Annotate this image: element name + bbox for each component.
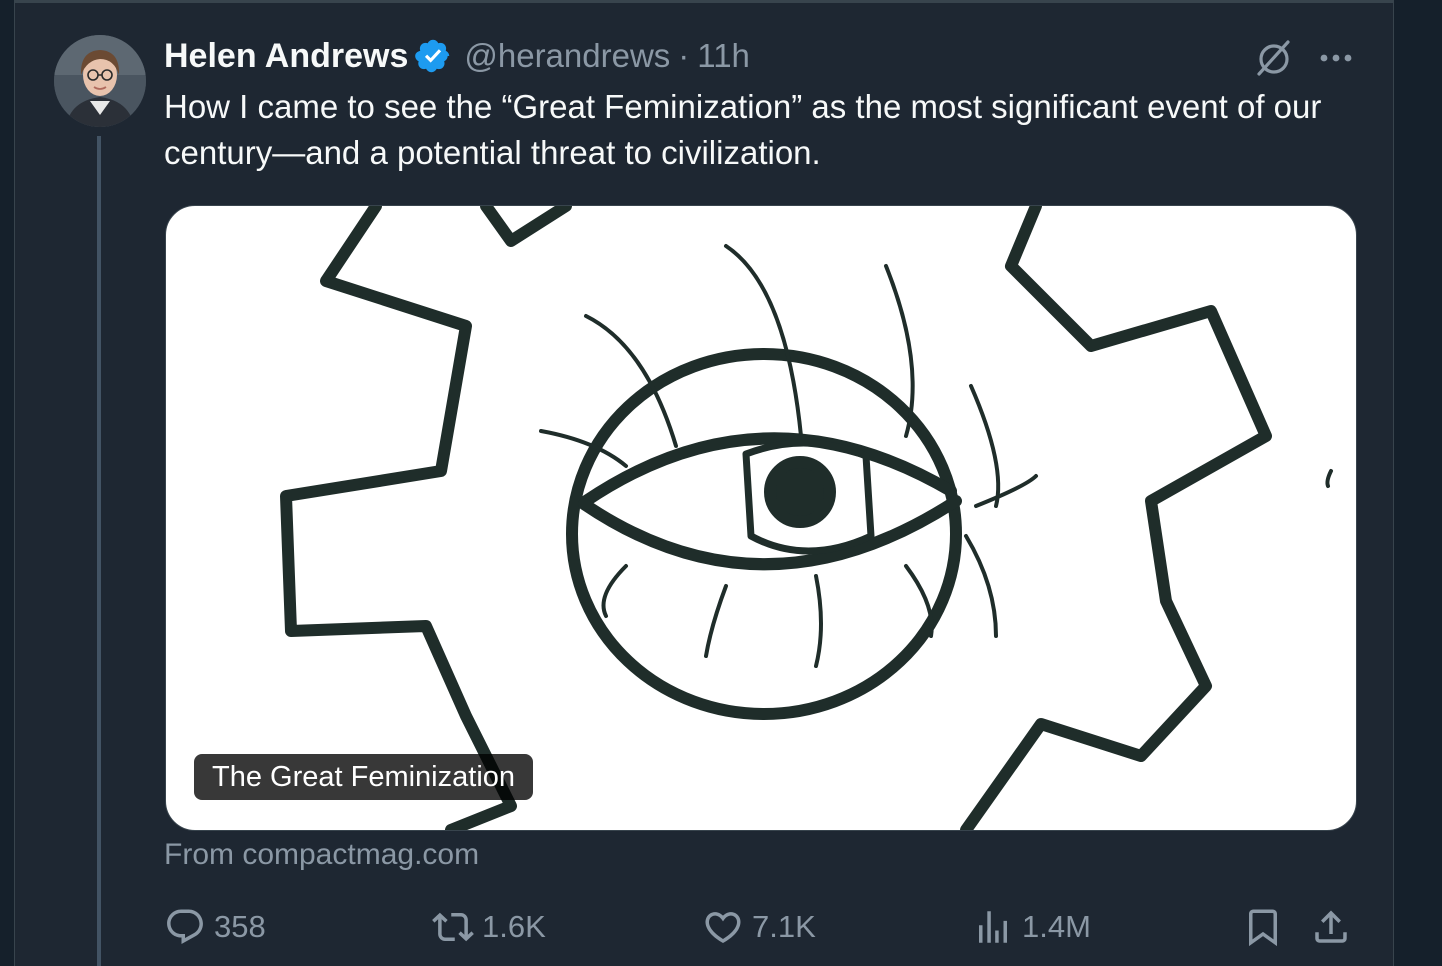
more-icon[interactable] [1314, 36, 1358, 80]
tweet-header: Helen Andrews @herandrews · 11h [164, 30, 750, 82]
bookmark-button[interactable] [1242, 900, 1292, 954]
grok-icon[interactable] [1252, 36, 1296, 80]
views-count: 1.4M [1022, 909, 1091, 944]
card-title: The Great Feminization [194, 754, 534, 800]
tweet-text: How I came to see the “Great Feminizatio… [164, 88, 1322, 171]
repost-icon [432, 912, 474, 942]
like-button[interactable]: 7.1K [702, 900, 816, 954]
reply-count: 358 [214, 909, 266, 944]
share-button[interactable] [1310, 900, 1360, 954]
timestamp[interactable]: 11h [697, 37, 750, 75]
repost-count: 1.6K [482, 909, 546, 944]
like-icon [705, 912, 741, 944]
bookmark-icon [1249, 909, 1277, 947]
verified-badge-icon [414, 37, 452, 75]
share-icon [1315, 910, 1347, 943]
reply-button[interactable]: 358 [164, 900, 266, 954]
author-name[interactable]: Helen Andrews [164, 37, 408, 76]
avatar[interactable] [54, 35, 146, 127]
divider [14, 0, 1394, 3]
views-button[interactable]: 1.4M [972, 900, 1091, 954]
reply-icon [167, 909, 203, 944]
card-image [280, 206, 1333, 830]
action-bar: 358 1.6K 7.1K 1.4M [164, 900, 1364, 954]
repost-button[interactable]: 1.6K [432, 900, 546, 954]
author-handle[interactable]: @herandrews [464, 37, 670, 75]
separator: · [678, 37, 690, 74]
views-icon [979, 911, 1007, 943]
like-count: 7.1K [752, 909, 816, 944]
thread-line [97, 136, 101, 966]
card-source[interactable]: From compactmag.com [164, 838, 479, 872]
link-card[interactable]: The Great Feminization [165, 205, 1357, 831]
